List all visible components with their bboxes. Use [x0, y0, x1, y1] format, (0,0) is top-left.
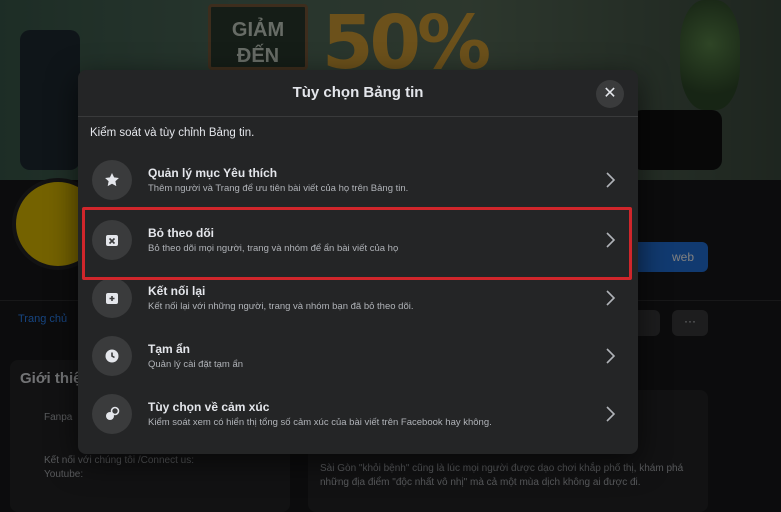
reactions-icon	[92, 394, 132, 434]
dialog-header: Tùy chọn Bảng tin ✕	[78, 70, 638, 117]
option-subtitle: Quản lý cài đặt tạm ẩn	[148, 359, 244, 370]
chevron-right-icon	[606, 406, 616, 422]
highlight-box	[82, 207, 632, 280]
clock-icon	[92, 336, 132, 376]
option-snooze[interactable]: Tạm ẩn Quản lý cài đặt tạm ẩn	[88, 330, 630, 382]
option-subtitle: Thêm người và Trang để ưu tiên bài viết …	[148, 183, 409, 194]
chevron-right-icon	[606, 172, 616, 188]
dialog-title: Tùy chọn Bảng tin	[292, 84, 424, 101]
dialog-description: Kiểm soát và tùy chỉnh Bảng tin.	[90, 127, 255, 139]
option-title: Tạm ẩn	[148, 342, 191, 356]
option-manage-favorites[interactable]: Quản lý mục Yêu thích Thêm người và Tran…	[88, 154, 630, 206]
star-icon	[92, 160, 132, 200]
option-subtitle: Kiểm soát xem có hiển thị tổng số cảm xú…	[148, 417, 492, 428]
option-reaction-preferences[interactable]: Tùy chọn về cảm xúc Kiểm soát xem có hiể…	[88, 388, 630, 440]
option-title: Quản lý mục Yêu thích	[148, 166, 278, 180]
reconnect-icon	[92, 278, 132, 318]
option-subtitle: Kết nối lại với những người, trang và nh…	[148, 301, 414, 312]
option-title: Kết nối lại	[148, 284, 206, 298]
option-title: Tùy chọn về cảm xúc	[148, 400, 270, 414]
chevron-right-icon	[606, 290, 616, 306]
chevron-right-icon	[606, 348, 616, 364]
close-button[interactable]: ✕	[596, 80, 624, 108]
